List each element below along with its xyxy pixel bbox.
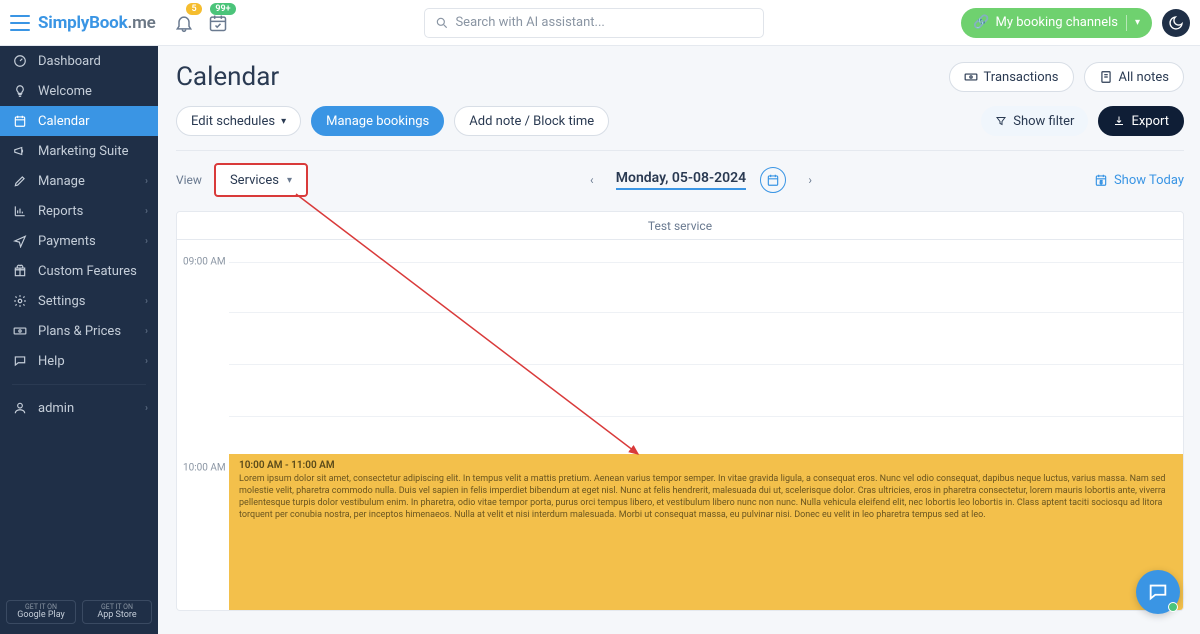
cash-icon [964,70,978,84]
megaphone-icon [12,143,28,159]
sidebar-item-label: Marketing Suite [38,144,129,159]
sidebar-item-dashboard[interactable]: Dashboard [0,46,158,76]
hamburger-menu-icon[interactable] [10,15,30,31]
chat-icon [12,353,28,369]
gear-icon [12,293,28,309]
time-label-0900: 09:00 AM [183,257,226,268]
date-picker-button[interactable] [760,167,786,193]
admin-label: admin [38,401,74,416]
search-input[interactable]: Search with AI assistant... [424,8,764,38]
edit-schedules-button[interactable]: Edit schedules ▾ [176,106,301,136]
chevron-right-icon: › [145,176,148,187]
logo-part1: Simply [38,13,89,33]
download-icon [1113,115,1125,127]
chevron-right-icon: › [145,236,148,247]
search-icon [435,16,449,30]
show-today-button[interactable]: 5 Show Today [1094,173,1184,188]
current-date[interactable]: Monday, 05-08-2024 [616,170,746,190]
filter-icon [995,115,1007,127]
chevron-right-icon: › [145,326,148,337]
sidebar-item-label: Payments [38,234,96,249]
view-label: View [176,173,202,187]
sidebar-item-calendar[interactable]: Calendar [0,106,158,136]
pending-badge: 99+ [210,3,235,15]
all-notes-button[interactable]: All notes [1084,62,1184,92]
chevron-down-icon: ▾ [287,175,292,186]
sidebar-item-custom-features[interactable]: Custom Features [0,256,158,286]
bulb-icon [12,83,28,99]
page-title: Calendar [176,62,279,92]
booking-channels-label: My booking channels [996,15,1118,30]
sidebar-item-label: Custom Features [38,264,137,279]
chevron-right-icon: › [145,356,148,367]
search-placeholder: Search with AI assistant... [455,15,604,30]
event-time: 10:00 AM - 11:00 AM [239,460,1173,471]
pending-bookings-icon[interactable]: 99+ [208,13,228,33]
calendar-column-header: Test service [177,212,1183,240]
calendar-icon [12,113,28,129]
note-icon [1099,70,1113,84]
sidebar-item-payments[interactable]: Payments › [0,226,158,256]
gauge-icon [12,53,28,69]
logo-suffix: .me [127,13,155,33]
sidebar: Dashboard Welcome Calendar Marketing Suite M… [0,46,158,634]
transactions-button[interactable]: Transactions [949,62,1074,92]
booking-channels-button[interactable]: 🔗 My booking channels ▾ [961,8,1152,38]
sidebar-item-settings[interactable]: Settings › [0,286,158,316]
google-play-badge[interactable]: GET IT ON Google Play [6,600,76,624]
calendar-grid: Test service 09:00 AM 10:00 AM 10:00 AM … [176,211,1184,611]
chart-icon [12,203,28,219]
sidebar-item-welcome[interactable]: Welcome [0,76,158,106]
bell-badge: 5 [186,3,201,15]
moon-icon [1168,15,1184,31]
chevron-right-icon: › [145,206,148,217]
calendar-today-icon: 5 [1094,173,1108,187]
sidebar-item-reports[interactable]: Reports › [0,196,158,226]
send-icon [12,233,28,249]
user-icon [12,400,28,416]
sidebar-item-label: Manage [38,174,85,189]
chevron-down-icon: ▾ [281,116,286,127]
sidebar-item-label: Plans & Prices [38,324,121,339]
logo-part2: Book [89,13,127,33]
prev-day-button[interactable]: ‹ [582,170,602,190]
pencil-icon [12,173,28,189]
time-label-1000: 10:00 AM [183,463,226,474]
cash-icon [12,323,28,339]
sidebar-item-label: Dashboard [38,54,101,69]
notifications-bell-icon[interactable]: 5 [174,13,194,33]
sidebar-item-label: Settings [38,294,85,309]
link-icon: 🔗 [973,15,989,30]
calendar-icon [766,173,780,187]
svg-text:5: 5 [1100,180,1103,186]
gift-icon [12,263,28,279]
chat-fab[interactable] [1136,570,1180,614]
dark-mode-toggle[interactable] [1162,9,1190,37]
main-content: Calendar Transactions All notes Edit sch… [158,46,1200,634]
chat-icon [1147,581,1169,603]
show-filter-button[interactable]: Show filter [981,106,1088,136]
sidebar-item-label: Welcome [38,84,92,99]
view-selector-dropdown[interactable]: Services ▾ [214,163,308,197]
app-store-badge[interactable]: GET IT ON App Store [82,600,152,624]
sidebar-item-plans-prices[interactable]: Plans & Prices › [0,316,158,346]
sidebar-item-label: Help [38,354,65,369]
logo[interactable]: SimplyBook.me [38,13,156,33]
chevron-right-icon: › [145,403,148,414]
export-button[interactable]: Export [1098,106,1184,136]
sidebar-item-help[interactable]: Help › [0,346,158,376]
chevron-right-icon: › [145,296,148,307]
event-description: Lorem ipsum dolor sit amet, consectetur … [239,473,1173,522]
chevron-down-icon: ▾ [1135,17,1140,28]
sidebar-item-label: Reports [38,204,83,219]
sidebar-item-manage[interactable]: Manage › [0,166,158,196]
sidebar-item-label: Calendar [38,114,90,129]
next-day-button[interactable]: › [800,170,820,190]
sidebar-admin[interactable]: admin › [0,393,158,423]
add-note-button[interactable]: Add note / Block time [454,106,609,136]
sidebar-item-marketing-suite[interactable]: Marketing Suite [0,136,158,166]
calendar-event[interactable]: 10:00 AM - 11:00 AM Lorem ipsum dolor si… [229,454,1183,610]
manage-bookings-button[interactable]: Manage bookings [311,106,444,136]
